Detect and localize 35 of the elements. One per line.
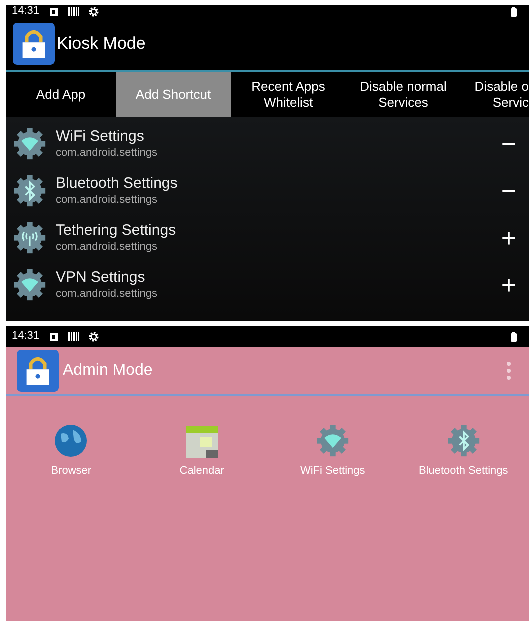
barcode-icon bbox=[68, 332, 79, 341]
gear-icon bbox=[88, 332, 99, 342]
settings-gear-icon bbox=[13, 268, 47, 302]
package-name: com.android.settings bbox=[56, 146, 158, 160]
overflow-menu-icon[interactable] bbox=[507, 362, 511, 380]
globe-icon bbox=[54, 424, 88, 458]
package-name: com.android.settings bbox=[56, 192, 158, 206]
notification-icon bbox=[50, 8, 58, 16]
shortcut-name: Bluetooth Settings bbox=[56, 174, 179, 192]
toggle-button[interactable]: − bbox=[499, 130, 519, 156]
settings-gear-icon bbox=[446, 424, 481, 458]
barcode-icon bbox=[68, 7, 79, 16]
settings-gear-icon bbox=[13, 174, 47, 208]
status-time: 14:31 bbox=[12, 6, 40, 17]
shortcut-name: WiFi Settings bbox=[56, 128, 146, 146]
battery-icon bbox=[511, 6, 517, 16]
gear-icon bbox=[88, 6, 99, 16]
package-name: com.android.settings bbox=[56, 286, 158, 300]
toggle-button[interactable]: + bbox=[499, 272, 519, 298]
calendar-icon bbox=[186, 424, 218, 458]
settings-gear-icon bbox=[316, 424, 350, 458]
lock-app-icon bbox=[17, 350, 59, 392]
package-name: com.android.settings bbox=[56, 240, 158, 254]
app-title: Kiosk Mode bbox=[57, 33, 146, 56]
toggle-button[interactable]: − bbox=[499, 178, 519, 204]
app-title: Admin Mode bbox=[63, 360, 154, 380]
settings-gear-icon bbox=[13, 126, 47, 160]
notification-icon bbox=[50, 332, 58, 340]
toggle-button[interactable]: + bbox=[499, 224, 519, 250]
lock-app-icon bbox=[13, 23, 55, 65]
settings-gear-icon bbox=[13, 220, 47, 254]
shortcut-name: VPN Settings bbox=[56, 268, 146, 286]
battery-icon bbox=[511, 332, 517, 342]
status-time: 14:31 bbox=[12, 331, 40, 342]
shortcut-name: Tethering Settings bbox=[56, 222, 178, 240]
